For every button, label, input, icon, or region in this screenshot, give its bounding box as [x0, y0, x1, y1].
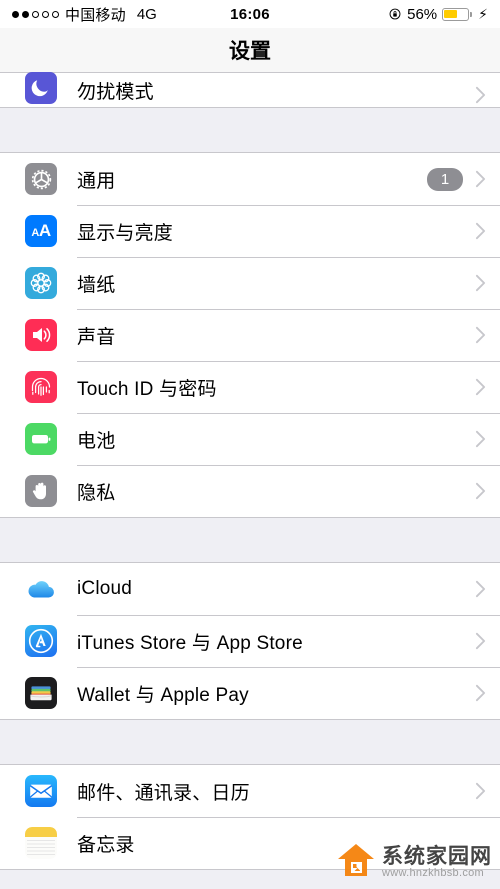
signal-dot-empty — [52, 10, 59, 18]
battery-icon — [25, 423, 57, 455]
row-accessories — [475, 222, 486, 240]
row-accessories — [475, 430, 486, 448]
row-accessories — [475, 326, 486, 344]
chevron-right-icon — [475, 86, 486, 104]
wallet-icon — [25, 677, 57, 709]
row-wallet-apple-pay-label: Wallet 与 Apple Pay — [77, 684, 249, 706]
signal-dot-empty — [32, 10, 39, 18]
status-bar-left: 中国移动 4G — [12, 4, 157, 25]
row-accessories: 1 — [427, 167, 486, 191]
row-itunes-app-store-label: iTunes Store 与 App Store — [77, 632, 303, 654]
row-wallpaper-label: 墙纸 — [77, 274, 116, 296]
section-accounts: iCloud iTunes Store 与 App Store Wallet 与 A… — [0, 562, 500, 720]
chevron-right-icon — [475, 274, 486, 292]
chevron-right-icon — [475, 684, 486, 702]
row-accessories — [475, 482, 486, 500]
page-title: 设置 — [229, 40, 271, 63]
row-accessories — [475, 274, 486, 292]
gear-icon — [25, 163, 57, 195]
row-accessories — [475, 378, 486, 396]
chevron-right-icon — [475, 430, 486, 448]
row-sounds[interactable]: 声音 — [0, 309, 500, 361]
row-accessories — [475, 684, 486, 702]
mail-icon — [25, 775, 57, 807]
watermark-site-name: 系统家园网 — [382, 844, 492, 868]
row-touch-id-label: Touch ID 与密码 — [77, 378, 217, 400]
row-display-brightness[interactable]: A A 显示与亮度 — [0, 205, 500, 257]
status-bar-right: 56% ⚡ — [388, 6, 488, 23]
watermark-site-url: www.hnzkhbsb.com — [382, 866, 485, 879]
status-bar: 中国移动 4G 16:06 56% ⚡ — [0, 0, 500, 28]
charging-bolt-icon: ⚡ — [478, 6, 488, 22]
watermark-text: 系统家园网 www.hnzkhbsb.com — [382, 844, 492, 880]
row-wallet-apple-pay[interactable]: Wallet 与 Apple Pay — [0, 667, 500, 719]
row-do-not-disturb[interactable]: 勿扰模式 — [0, 72, 500, 107]
row-touch-id[interactable]: Touch ID 与密码 — [0, 361, 500, 413]
row-sounds-label: 声音 — [77, 326, 116, 348]
chevron-right-icon — [475, 378, 486, 396]
signal-strength-dots — [12, 10, 59, 18]
section-dnd: 勿扰模式 — [0, 72, 500, 108]
moon-icon — [25, 72, 57, 104]
row-accessories — [475, 782, 486, 800]
app-store-icon — [25, 625, 57, 657]
speaker-icon — [25, 319, 57, 351]
fingerprint-icon — [25, 371, 57, 403]
row-accessories — [475, 86, 486, 104]
carrier-label: 中国移动 — [65, 6, 126, 24]
battery-percent-label: 56% — [407, 5, 438, 23]
hand-icon — [25, 475, 57, 507]
site-watermark: 系统家园网 www.hnzkhbsb.com — [336, 842, 492, 883]
row-icloud[interactable]: iCloud — [0, 563, 500, 615]
chevron-right-icon — [475, 632, 486, 650]
chevron-right-icon — [475, 326, 486, 344]
signal-dot-filled — [22, 10, 29, 18]
row-accessories — [475, 580, 486, 598]
navigation-bar: 设置 — [0, 28, 500, 72]
chevron-right-icon — [475, 222, 486, 240]
row-general[interactable]: 通用 1 — [0, 153, 500, 205]
row-notes-label: 备忘录 — [77, 834, 135, 856]
flower-icon — [25, 267, 57, 299]
section-gap — [0, 518, 500, 562]
signal-dot-filled — [12, 10, 19, 18]
row-privacy[interactable]: 隐私 — [0, 465, 500, 517]
chevron-right-icon — [475, 482, 486, 500]
section-system: 通用 1 A A 显示与亮度墙纸声音 Touch ID 与密码 电池隐私 — [0, 152, 500, 518]
network-type-label: 4G — [136, 5, 157, 23]
row-display-brightness-label: 显示与亮度 — [77, 222, 174, 244]
row-mail-contacts-calendars[interactable]: 邮件、通讯录、日历 — [0, 765, 500, 817]
row-battery-label: 电池 — [77, 430, 116, 452]
row-battery[interactable]: 电池 — [0, 413, 500, 465]
house-logo-icon — [336, 842, 376, 883]
row-icloud-label: iCloud — [77, 578, 133, 599]
chevron-right-icon — [475, 782, 486, 800]
rotation-lock-icon — [388, 7, 402, 21]
cloud-icon — [25, 573, 57, 605]
battery-icon — [442, 7, 473, 21]
chevron-right-icon — [475, 580, 486, 598]
chevron-right-icon — [475, 170, 486, 188]
text-size-icon: AA — [25, 215, 57, 247]
row-do-not-disturb-label: 勿扰模式 — [77, 82, 154, 103]
section-gap — [0, 108, 500, 152]
section-gap — [0, 720, 500, 764]
signal-dot-empty — [42, 10, 49, 18]
row-itunes-app-store[interactable]: iTunes Store 与 App Store — [0, 615, 500, 667]
settings-list[interactable]: 勿扰模式通用 1 A A 显示与亮度墙纸声音 Touch ID 与密码 电池隐私 iCloud… — [0, 72, 500, 889]
row-mail-contacts-calendars-label: 邮件、通讯录、日历 — [77, 782, 250, 804]
row-general-badge: 1 — [427, 167, 463, 191]
row-general-label: 通用 — [77, 170, 116, 192]
notes-icon — [25, 827, 57, 859]
row-wallpaper[interactable]: 墙纸 — [0, 257, 500, 309]
row-accessories — [475, 632, 486, 650]
row-privacy-label: 隐私 — [77, 482, 116, 504]
